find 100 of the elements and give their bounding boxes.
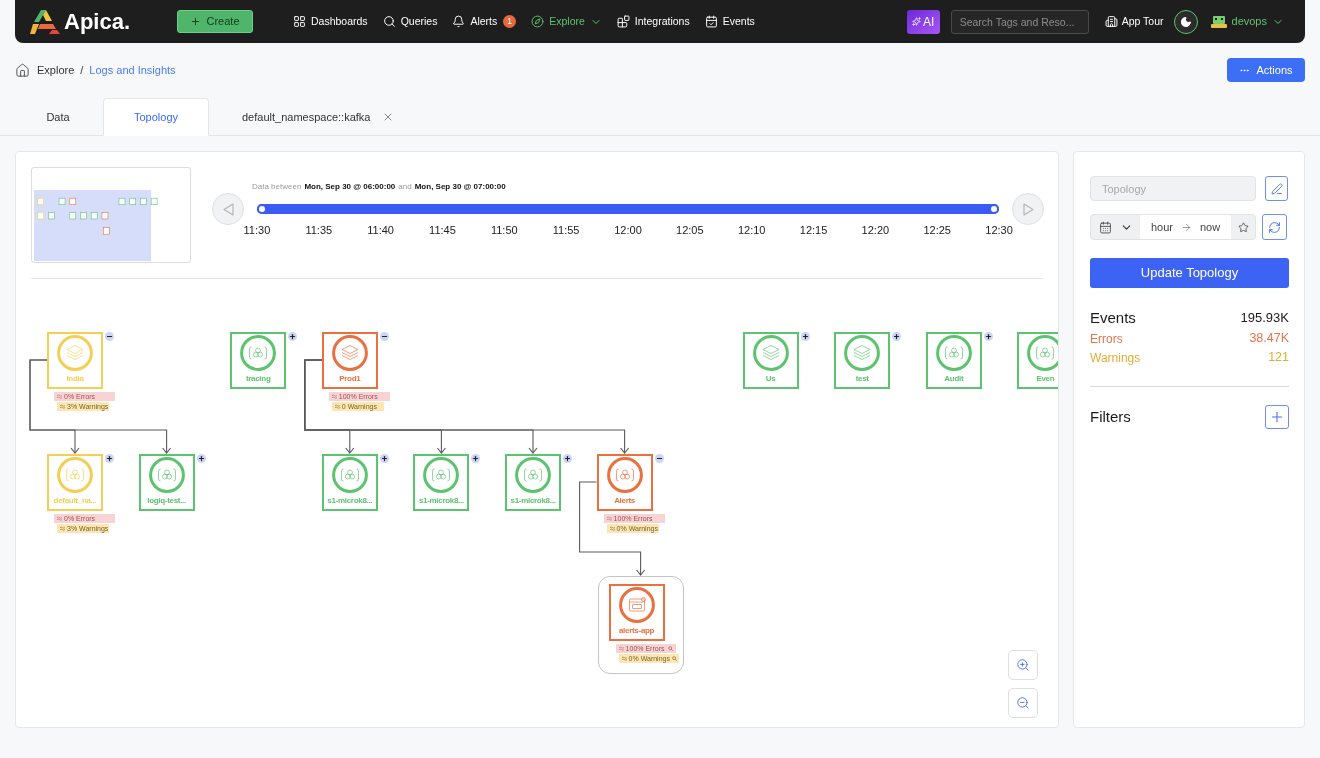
expand-toggle[interactable] <box>379 332 389 341</box>
plus-icon <box>1269 409 1285 425</box>
actions-button[interactable]: Actions <box>1227 58 1305 82</box>
expand-toggle[interactable] <box>105 332 114 341</box>
trend-icon <box>334 404 340 409</box>
plus-icon <box>984 333 992 340</box>
expand-toggle[interactable] <box>892 332 902 341</box>
calendar-icon <box>704 15 718 28</box>
breadcrumb-link[interactable]: Logs and Insights <box>89 61 176 79</box>
minus-icon <box>106 333 113 340</box>
plus-icon <box>106 455 113 462</box>
expand-toggle[interactable] <box>288 332 298 341</box>
theme-toggle[interactable] <box>1173 9 1198 34</box>
update-topology-button[interactable]: Update Topology <box>1090 258 1289 288</box>
time-tick-label: 11:50 <box>489 223 519 238</box>
layers-icon <box>752 335 789 371</box>
expand-toggle[interactable] <box>105 454 114 463</box>
node-label: India <box>66 374 84 384</box>
node-label: Alerts <box>614 496 636 506</box>
nav-menu-item[interactable]: Alerts 1 <box>452 13 517 30</box>
plus-icon <box>190 16 202 27</box>
home-icon[interactable] <box>15 62 30 78</box>
node-label: tracing <box>245 374 271 384</box>
node-label: logiq-test... <box>147 496 186 506</box>
expand-toggle[interactable] <box>800 332 810 341</box>
triangle-left-icon <box>222 202 234 216</box>
blocks-icon <box>616 15 630 28</box>
cluster-icon <box>240 335 277 371</box>
nav-menu-item[interactable]: Dashboards <box>293 13 368 30</box>
node-label: Prod1 <box>339 374 361 384</box>
search-field[interactable]: Search Tags and Reso... <box>950 9 1089 34</box>
cluster-icon <box>423 457 460 493</box>
trend-icon <box>609 526 615 531</box>
range-start-handle[interactable] <box>257 204 267 214</box>
layers-icon <box>331 335 368 371</box>
trend-icon <box>606 516 612 521</box>
brand-name: Apica. <box>64 10 131 33</box>
edit-button[interactable] <box>1265 176 1288 201</box>
tab[interactable]: Topology <box>103 98 209 136</box>
minimap-node <box>150 197 158 205</box>
nav-menu-item[interactable]: Queries <box>382 13 438 30</box>
minimap-node <box>69 212 77 220</box>
time-tick-label: 12:30 <box>984 223 1014 238</box>
cluster-icon <box>148 457 185 493</box>
node-label: s1-microk8... <box>327 496 373 506</box>
time-tick-label: 12:00 <box>613 223 643 238</box>
cluster-icon <box>935 335 972 371</box>
topology-node[interactable]: alerts-app <box>608 584 665 641</box>
nav-menu-item[interactable]: Integrations <box>616 13 690 30</box>
moon-icon <box>1179 15 1192 28</box>
cluster-icon <box>1027 335 1058 371</box>
expand-toggle[interactable] <box>379 454 389 463</box>
plus-icon <box>380 455 388 462</box>
zoom-in-icon <box>1016 658 1030 672</box>
topology-node[interactable]: Alerts <box>596 454 653 511</box>
stat-value: 121 <box>1268 349 1289 367</box>
time-range-track[interactable] <box>257 204 999 214</box>
cluster-icon <box>57 457 93 493</box>
topology-node[interactable]: Prod1 <box>321 332 378 389</box>
ai-button[interactable]: AI <box>906 9 940 34</box>
topology-name-field[interactable]: Topology <box>1090 176 1256 201</box>
minimap-node <box>58 197 66 205</box>
refresh-button[interactable] <box>1262 214 1287 240</box>
expand-toggle[interactable] <box>471 454 481 463</box>
app-tour-link[interactable]: App Tour <box>1104 13 1164 30</box>
time-tick-label: 12:05 <box>675 223 705 238</box>
create-button[interactable]: Create <box>177 10 253 33</box>
plus-icon <box>564 455 571 462</box>
node-label: alerts-app <box>618 626 655 636</box>
node-label: default_na... <box>53 496 97 506</box>
expand-toggle[interactable] <box>983 332 993 341</box>
range-end-handle[interactable] <box>989 204 999 214</box>
search-icon <box>382 15 396 28</box>
tab[interactable]: default_namespace::kafka <box>209 98 399 136</box>
minimap-node <box>140 197 147 205</box>
cluster-icon <box>515 457 551 493</box>
time-tick-label: 12:25 <box>922 223 952 238</box>
expand-toggle[interactable] <box>563 454 572 463</box>
bell-icon <box>452 15 466 28</box>
nav-menu-item[interactable]: Explore <box>531 13 602 30</box>
node-label: test <box>855 374 869 384</box>
nav-menu-item[interactable]: Events <box>704 13 755 30</box>
stat-label: Events <box>1090 307 1136 328</box>
time-tick-label: 11:30 <box>242 223 272 238</box>
triangle-right-icon <box>1022 202 1034 216</box>
trend-icon <box>60 526 65 531</box>
node-label: s1-microk8... <box>418 496 464 506</box>
grid-icon <box>293 15 306 28</box>
pencil-icon <box>1270 182 1283 195</box>
trend-icon <box>57 516 62 521</box>
app-window-icon <box>618 587 655 623</box>
time-tick-label: 12:20 <box>860 223 891 238</box>
add-filter-button[interactable] <box>1265 405 1289 429</box>
tab[interactable]: Data <box>15 98 101 136</box>
expand-toggle[interactable] <box>196 454 206 463</box>
user-menu[interactable]: devops <box>1210 13 1284 30</box>
plus-icon <box>197 455 205 462</box>
expand-toggle[interactable] <box>654 454 664 463</box>
time-tick-label: 11:40 <box>366 223 395 238</box>
breadcrumb-item[interactable]: Explore <box>37 61 75 79</box>
